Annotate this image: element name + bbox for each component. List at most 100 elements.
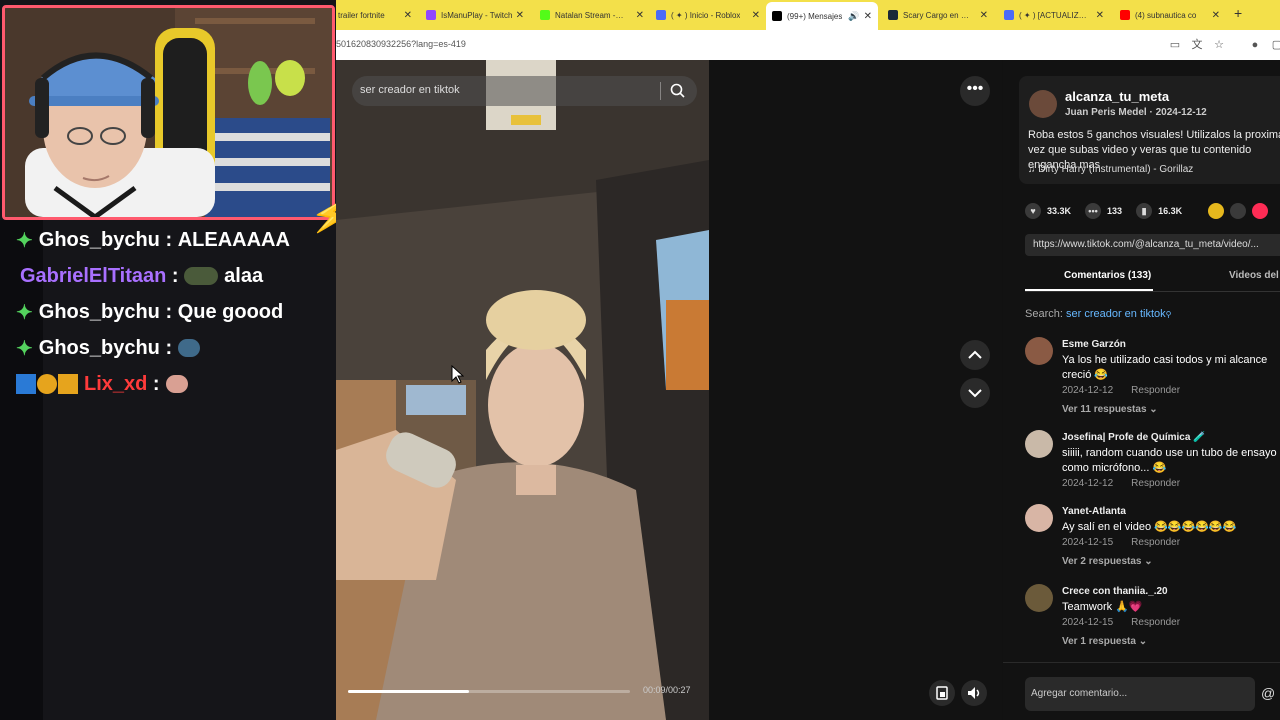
comment-avatar[interactable] bbox=[1025, 337, 1053, 365]
video-player[interactable]: ser creador en tiktok 00:09/00:27 bbox=[336, 60, 709, 720]
share-icon[interactable] bbox=[1208, 203, 1225, 219]
browser-tab[interactable]: Natalan Stream - Kick ✕ bbox=[540, 4, 644, 26]
share-red-icon[interactable] bbox=[1252, 203, 1269, 219]
search-small-icon: ⚲ bbox=[1165, 310, 1172, 319]
browser-tab[interactable]: (4) subnautica co ✕ bbox=[1120, 4, 1220, 26]
extension-icon[interactable]: ● bbox=[1248, 38, 1262, 52]
face-emote-icon bbox=[165, 375, 188, 393]
chevron-down-icon bbox=[968, 389, 982, 398]
more-options-button[interactable]: ••• bbox=[960, 76, 990, 106]
chat-message: ✦ Ghos_bychu : Que goood bbox=[16, 300, 284, 324]
browser-tab[interactable]: IsManuPlay - Twitch ✕ bbox=[426, 4, 524, 26]
comment-item: Yanet-Atlanta Ay salí en el video 😂😂😂😂😂😂… bbox=[1025, 504, 1280, 584]
heart-icon: ♥ bbox=[1025, 203, 1041, 219]
close-tab-icon[interactable]: ✕ bbox=[516, 10, 524, 21]
embed-icon[interactable] bbox=[1230, 203, 1247, 219]
author-username[interactable]: alcanza_tu_meta bbox=[1065, 89, 1169, 104]
close-tab-icon[interactable]: ✕ bbox=[752, 10, 760, 21]
new-tab-button[interactable]: + bbox=[1234, 5, 1242, 21]
twitch-icon bbox=[426, 10, 436, 20]
crown-badge-icon bbox=[58, 374, 78, 394]
video-frame bbox=[336, 60, 709, 720]
tab-creator-videos[interactable]: Videos del bbox=[1229, 270, 1279, 281]
video-progress-bar[interactable] bbox=[348, 690, 630, 693]
reply-button[interactable]: Responder bbox=[1131, 385, 1180, 396]
comment-list: Esme Garzón Ya los he utilizado casi tod… bbox=[1025, 337, 1280, 664]
chat-message: ✦ Ghos_bychu : ALEAAAAA bbox=[16, 228, 290, 252]
tiktok-icon bbox=[772, 11, 782, 21]
chat-message: Lix_xd : bbox=[16, 366, 290, 402]
copy-link-field[interactable]: https://www.tiktok.com/@alcanza_tu_meta/… bbox=[1025, 234, 1280, 256]
video-progress-fill bbox=[348, 690, 470, 693]
browser-tab[interactable]: trailer fortnite ✕ bbox=[338, 4, 412, 26]
reply-button[interactable]: Responder bbox=[1131, 617, 1180, 628]
comment-button[interactable]: ••• 133 bbox=[1085, 203, 1122, 219]
translate-icon[interactable]: 文 bbox=[1190, 38, 1204, 52]
post-music[interactable]: ♫ Dirty Harry (Instrumental) - Gorillaz bbox=[1028, 164, 1193, 175]
comment-item: Crece con thaniia._.20 Teamwork 🙏💗 2024-… bbox=[1025, 584, 1280, 664]
save-button[interactable]: ▮ 16.3K bbox=[1136, 203, 1182, 219]
bookmark-star-icon[interactable]: ☆ bbox=[1212, 38, 1226, 52]
url-text[interactable]: 501620830932256?lang=es-419 bbox=[336, 39, 466, 49]
browser-tab[interactable]: ( ✦ ) Inicio - Roblox ✕ bbox=[656, 4, 760, 26]
close-tab-icon[interactable]: ✕ bbox=[1212, 10, 1220, 21]
bookmark-icon: ▮ bbox=[1136, 203, 1153, 219]
chat-feed: ✦ Ghos_bychu : ALEAAAAA GabrielElTitaan … bbox=[16, 222, 290, 402]
frog-emote-icon bbox=[178, 339, 201, 357]
browser-tab[interactable]: Scary Cargo en Steam ✕ bbox=[888, 4, 988, 26]
view-replies-button[interactable]: Ver 2 respuestas ⌄ bbox=[1062, 556, 1153, 567]
comment-search-hint[interactable]: Search: ser creador en tiktok⚲ bbox=[1025, 308, 1172, 320]
reply-button[interactable]: Responder bbox=[1131, 478, 1180, 489]
menu-icon[interactable]: ▢ bbox=[1270, 38, 1280, 52]
roblox-icon bbox=[656, 10, 666, 20]
webcam-feed bbox=[2, 5, 335, 220]
reply-button[interactable]: Responder bbox=[1131, 537, 1180, 548]
comment-avatar[interactable] bbox=[1025, 430, 1053, 458]
post-info-card: alcanza_tu_meta Juan Peris Medel · 2024-… bbox=[1019, 76, 1280, 184]
pip-button[interactable] bbox=[929, 680, 955, 706]
close-tab-icon[interactable]: ✕ bbox=[864, 11, 872, 22]
search-icon[interactable] bbox=[670, 83, 686, 99]
add-comment-bar: Agregar comentario... @ bbox=[1003, 662, 1280, 720]
comment-avatar[interactable] bbox=[1025, 504, 1053, 532]
kick-icon bbox=[540, 10, 550, 20]
sparkle-badge-icon: ✦ bbox=[16, 337, 33, 360]
cast-icon[interactable]: ▭ bbox=[1168, 38, 1182, 52]
sparkle-badge-icon: ✦ bbox=[16, 301, 33, 324]
comments-tabs: Comentarios (133) Videos del bbox=[1025, 266, 1280, 291]
close-tab-icon[interactable]: ✕ bbox=[980, 10, 988, 21]
mention-icon[interactable]: @ bbox=[1261, 685, 1275, 701]
comment-item: Esme Garzón Ya los he utilizado casi tod… bbox=[1025, 337, 1280, 430]
arrow-badge-icon bbox=[16, 374, 36, 394]
close-tab-icon[interactable]: ✕ bbox=[636, 10, 644, 21]
close-tab-icon[interactable]: ✕ bbox=[404, 10, 412, 21]
tab-comments[interactable]: Comentarios (133) bbox=[1064, 270, 1151, 281]
search-input[interactable]: ser creador en tiktok bbox=[360, 84, 460, 96]
pip-icon bbox=[936, 686, 948, 700]
author-avatar[interactable] bbox=[1029, 90, 1057, 118]
roblox-icon bbox=[1004, 10, 1014, 20]
tank-emote-icon bbox=[184, 267, 219, 285]
comment-item: Josefina| Profe de Química 🧪 siiiii, ran… bbox=[1025, 430, 1280, 504]
number-one-badge-icon bbox=[37, 374, 57, 394]
author-subtitle: Juan Peris Medel · 2024-12-12 bbox=[1065, 107, 1207, 118]
next-video-button[interactable] bbox=[960, 378, 990, 408]
browser-tab[interactable]: ( ✦ ) [ACTUALIZACIÓN] ✕ bbox=[1004, 4, 1104, 26]
video-player-area: ser creador en tiktok 00:09/00:27 ••• bbox=[336, 60, 1002, 720]
browser-tab-active[interactable]: (99+) Mensajes 🔊 ✕ bbox=[766, 2, 878, 30]
sparkle-badge-icon: ✦ bbox=[16, 229, 33, 252]
previous-video-button[interactable] bbox=[960, 340, 990, 370]
view-replies-button[interactable]: Ver 1 respuesta ⌄ bbox=[1062, 636, 1147, 647]
audio-playing-icon[interactable]: 🔊 bbox=[848, 11, 859, 22]
view-replies-button[interactable]: Ver 11 respuestas ⌄ bbox=[1062, 404, 1158, 415]
volume-icon bbox=[968, 687, 980, 699]
chat-message: GabrielElTitaan : alaa bbox=[20, 264, 264, 287]
chevron-up-icon bbox=[968, 350, 982, 359]
video-search-box[interactable]: ser creador en tiktok bbox=[352, 76, 697, 106]
comments-panel: alcanza_tu_meta Juan Peris Medel · 2024-… bbox=[1003, 60, 1280, 720]
close-tab-icon[interactable]: ✕ bbox=[1096, 10, 1104, 21]
like-button[interactable]: ♥ 33.3K bbox=[1025, 203, 1071, 219]
add-comment-input[interactable]: Agregar comentario... bbox=[1025, 677, 1255, 711]
volume-button[interactable] bbox=[961, 680, 987, 706]
comment-avatar[interactable] bbox=[1025, 584, 1053, 612]
